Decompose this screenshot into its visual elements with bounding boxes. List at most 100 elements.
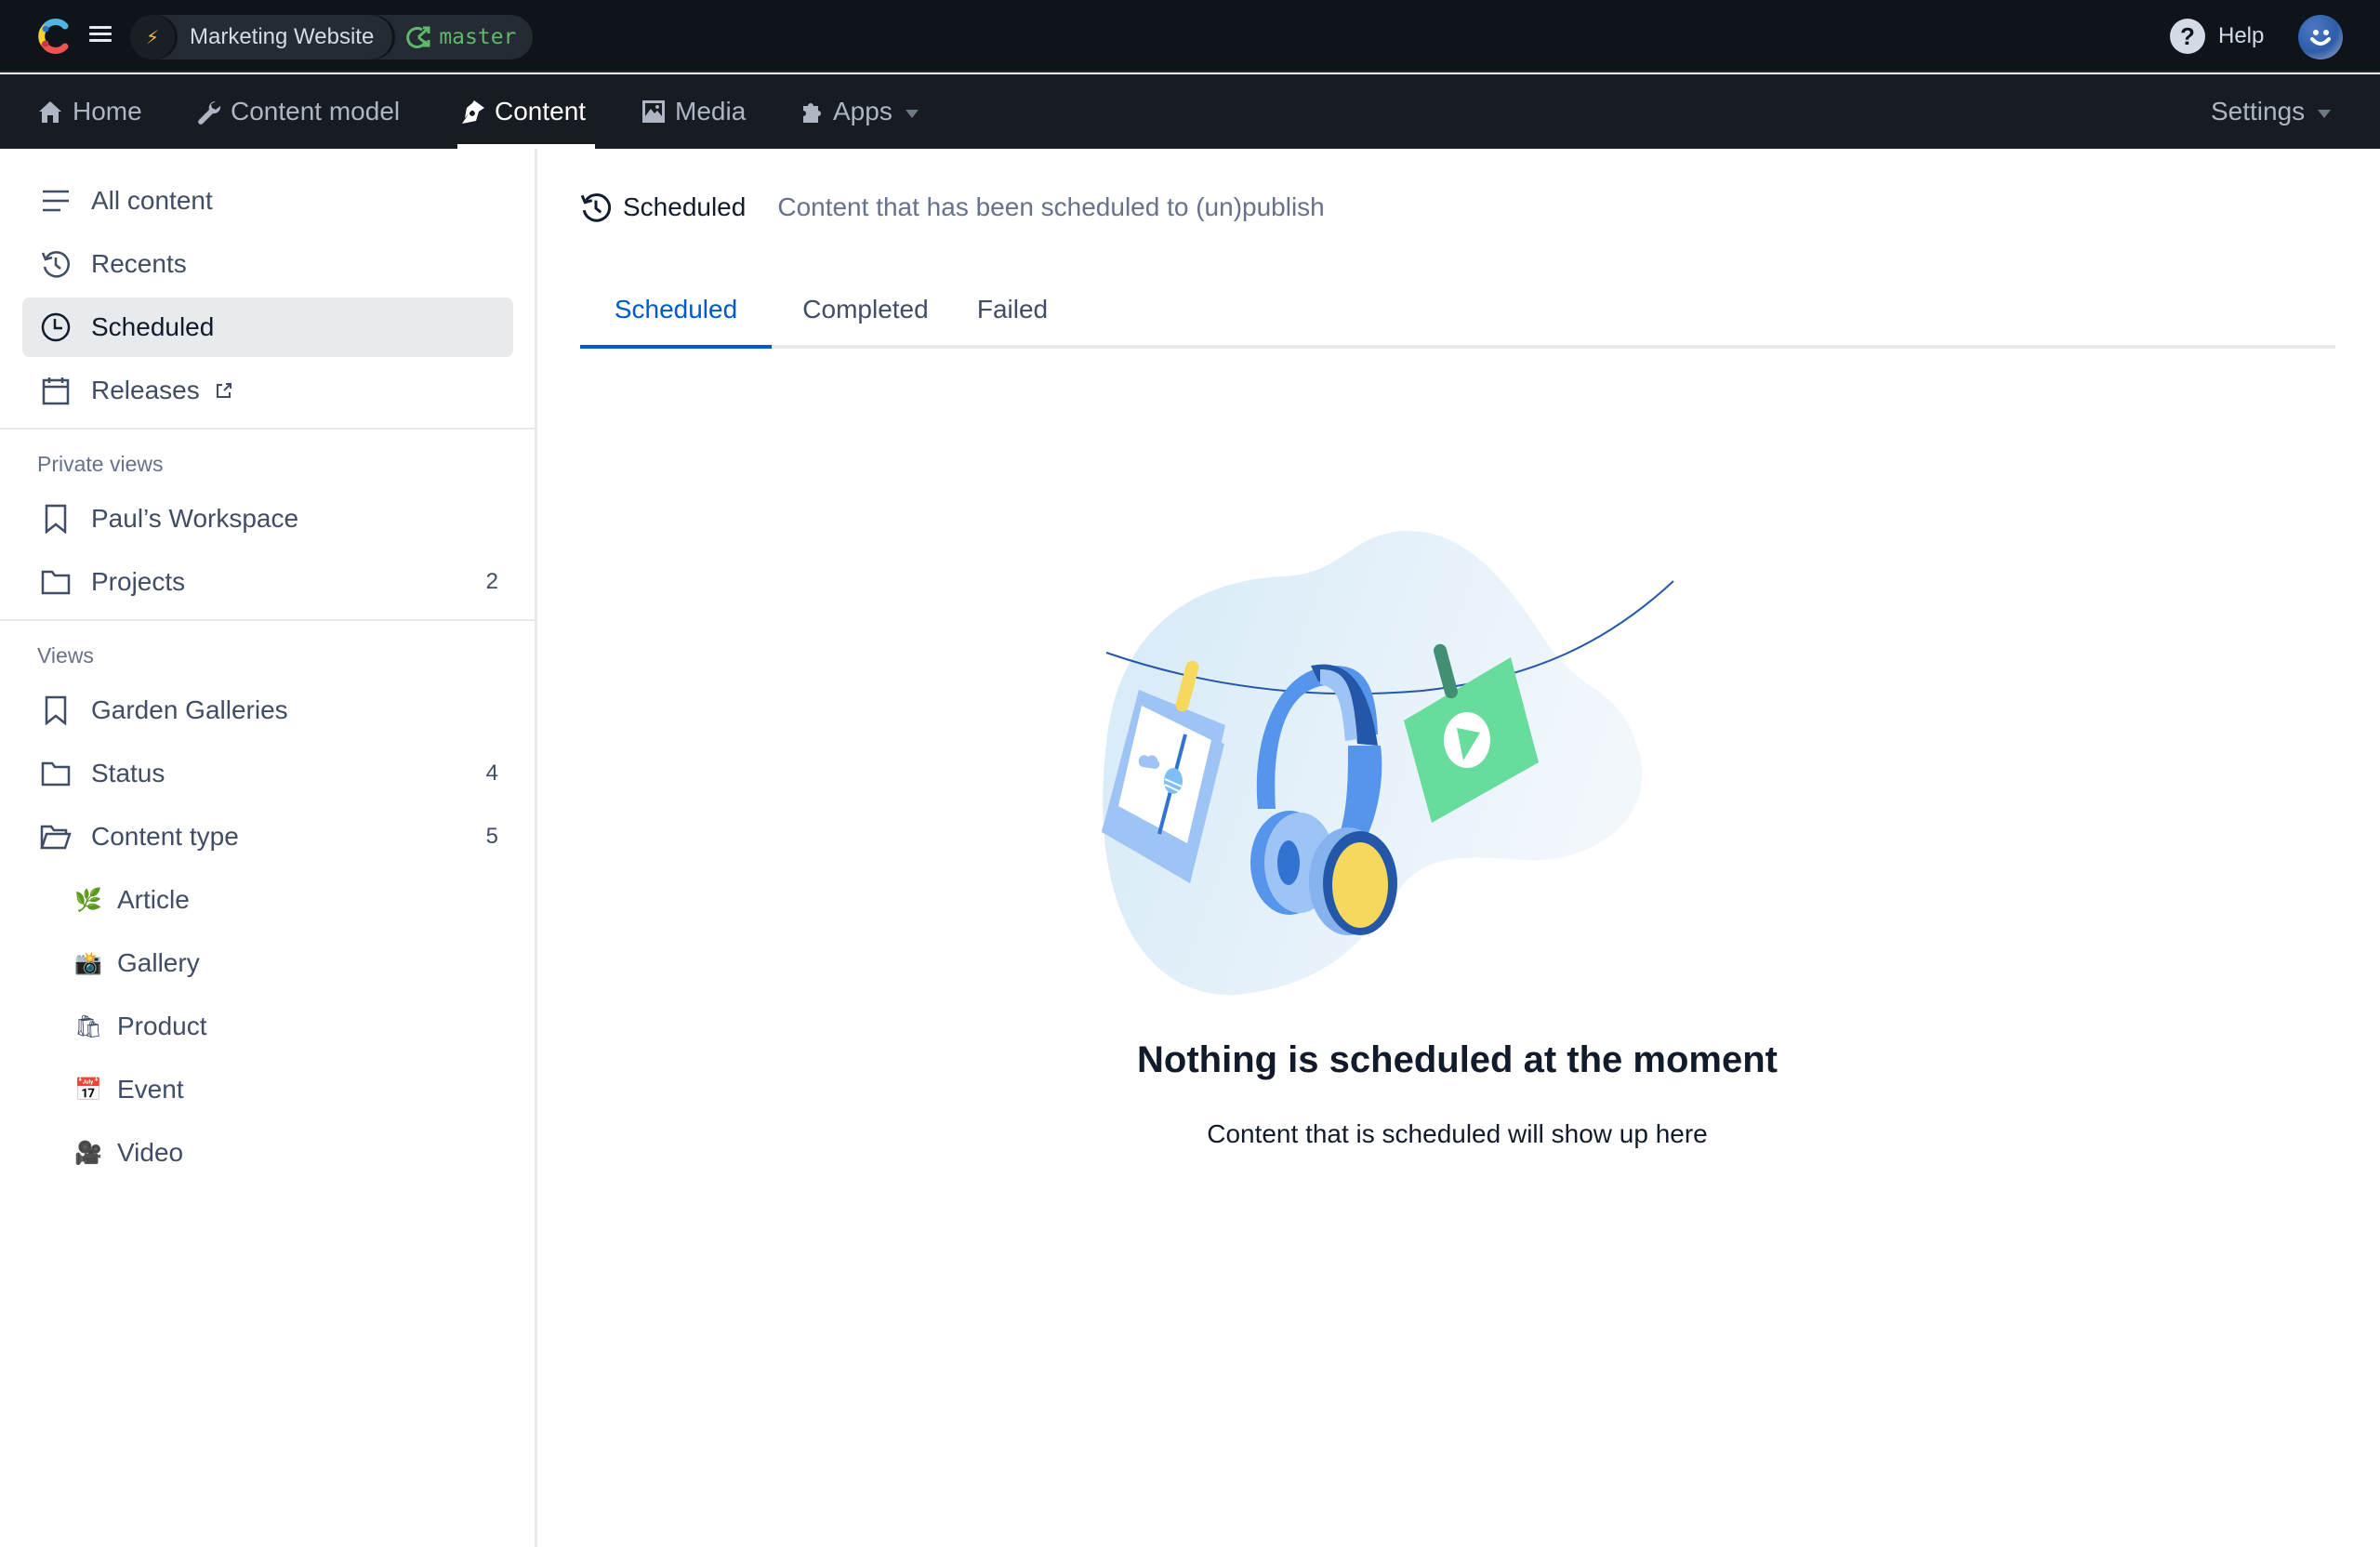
sidebar-subitem-gallery[interactable]: 📸 Gallery (74, 933, 200, 993)
environment-name: master (439, 25, 517, 49)
private-views-heading: Private views (37, 452, 164, 476)
list-icon (39, 184, 73, 218)
puzzle-icon (803, 103, 821, 123)
smiley-icon (2310, 30, 2331, 46)
history-icon (580, 193, 612, 222)
tab-track (580, 345, 2335, 349)
sidebar-item-pauls-workspace[interactable]: Paul’s Workspace (22, 489, 513, 549)
sidebar-subitem-label: Product (117, 1012, 207, 1040)
sidebar-item-recents[interactable]: Recents (22, 234, 513, 294)
empty-state-subtext: Content that is scheduled will show up h… (1207, 1119, 1708, 1148)
bookmark-icon (39, 694, 73, 727)
help-label: Help (2218, 23, 2265, 48)
wrench-icon (198, 100, 221, 125)
sidebar-divider (0, 619, 535, 621)
sidebar-item-label: All content (91, 186, 213, 215)
herb-icon: 🌿 (74, 887, 102, 913)
nav-apps-label: Apps (833, 97, 892, 126)
user-avatar[interactable] (2298, 15, 2343, 60)
nav-settings-label: Settings (2211, 97, 2306, 126)
menu-icon[interactable] (89, 26, 112, 46)
sidebar-item-releases[interactable]: Releases (22, 361, 513, 420)
empty-state-heading: Nothing is scheduled at the moment (1137, 1039, 1778, 1080)
nav-apps[interactable]: Apps (798, 74, 919, 149)
sidebar-item-scheduled[interactable]: Scheduled (22, 298, 513, 357)
nav-media-label: Media (675, 97, 747, 126)
empty-state-illustration (1102, 531, 1674, 996)
space-name: Marketing Website (175, 15, 392, 60)
item-count: 2 (485, 569, 498, 594)
sidebar-item-garden-galleries[interactable]: Garden Galleries (22, 681, 513, 740)
nav-content-model[interactable]: Content model (195, 74, 400, 149)
clock-icon (39, 311, 73, 344)
nav-content[interactable]: Content (459, 74, 586, 149)
chevron-down-icon (2318, 109, 2332, 118)
tab-failed[interactable]: Failed (959, 274, 1065, 345)
sidebar-item-label: Garden Galleries (91, 695, 288, 724)
nav-media[interactable]: Media (641, 74, 746, 149)
nav-settings[interactable]: Settings (2211, 74, 2332, 149)
sidebar-item-label: Releases (91, 376, 200, 404)
pen-nib-icon (462, 100, 484, 124)
views-heading: Views (37, 643, 94, 668)
item-count: 5 (485, 824, 498, 849)
nav-home-label: Home (73, 97, 142, 126)
chevron-down-icon (905, 109, 919, 118)
sidebar-item-label: Status (91, 759, 165, 787)
folder-open-icon (39, 820, 73, 853)
sidebar-subitem-label: Article (117, 885, 190, 914)
bookmark-icon (39, 502, 73, 536)
external-link-icon (216, 383, 231, 398)
environment-branch-icon (406, 26, 430, 48)
sidebar-subitem-event[interactable]: 📅 Event (74, 1060, 184, 1119)
image-icon (642, 100, 665, 123)
sidebar-subitem-article[interactable]: 🌿 Article (74, 870, 190, 930)
nav-home[interactable]: Home (37, 74, 142, 149)
sidebar-item-label: Recents (91, 249, 187, 278)
sidebar-divider (0, 428, 535, 430)
sidebar-item-label: Content type (91, 822, 239, 851)
space-switcher[interactable]: ⚡ Marketing Website master (130, 15, 534, 60)
sidebar-subitem-label: Gallery (117, 948, 200, 977)
contentful-logo-icon[interactable] (37, 19, 71, 54)
main-navigation: Home Content model Content Media Apps Se… (0, 74, 2380, 149)
sidebar-item-label: Projects (91, 567, 186, 596)
sidebar-item-all-content[interactable]: All content (22, 171, 513, 231)
sidebar: All content Recents Scheduled Releases P… (0, 149, 537, 1547)
tab-scheduled[interactable]: Scheduled (580, 274, 772, 349)
environment-switcher[interactable]: master (392, 15, 533, 60)
tab-label: Completed (802, 295, 929, 324)
shopping-bags-icon: 🛍 (74, 1013, 103, 1039)
sidebar-item-status[interactable]: Status 4 (22, 744, 513, 803)
question-mark-icon: ? (2170, 19, 2205, 54)
tab-label: Scheduled (614, 295, 738, 324)
sidebar-item-label: Paul’s Workspace (91, 504, 299, 533)
sidebar-subitem-video[interactable]: 🎥 Video (74, 1123, 183, 1183)
lightning-bolt-icon: ⚡ (130, 15, 175, 60)
sidebar-item-label: Scheduled (91, 312, 215, 341)
calendar-icon (39, 374, 73, 407)
page-title: Scheduled (623, 192, 747, 221)
top-bar: ⚡ Marketing Website master ? Help (0, 0, 2380, 73)
home-icon (39, 101, 61, 123)
page-description: Content that has been scheduled to (un)p… (777, 192, 1325, 221)
history-icon (39, 247, 73, 281)
tab-label: Failed (976, 295, 1049, 324)
nav-content-model-label: Content model (231, 97, 401, 126)
sidebar-item-content-type[interactable]: Content type 5 (22, 807, 513, 866)
movie-camera-icon: 🎥 (74, 1140, 102, 1166)
calendar-emoji-icon: 📅 (74, 1077, 102, 1103)
sidebar-subitem-label: Event (117, 1075, 184, 1104)
help-button[interactable]: ? Help (2170, 19, 2264, 54)
nav-content-label: Content (495, 97, 587, 126)
page-header: Scheduled Content that has been schedule… (580, 192, 1325, 223)
folder-icon (39, 757, 73, 790)
sidebar-subitem-label: Video (117, 1138, 184, 1167)
camera-flash-icon: 📸 (74, 950, 102, 976)
tab-completed[interactable]: Completed (785, 274, 946, 345)
sidebar-subitem-product[interactable]: 🛍 Product (74, 997, 207, 1056)
item-count: 4 (485, 760, 498, 786)
sidebar-item-projects[interactable]: Projects 2 (22, 552, 513, 612)
tab-list: Scheduled Completed Failed (580, 274, 2335, 349)
folder-icon (39, 565, 73, 599)
